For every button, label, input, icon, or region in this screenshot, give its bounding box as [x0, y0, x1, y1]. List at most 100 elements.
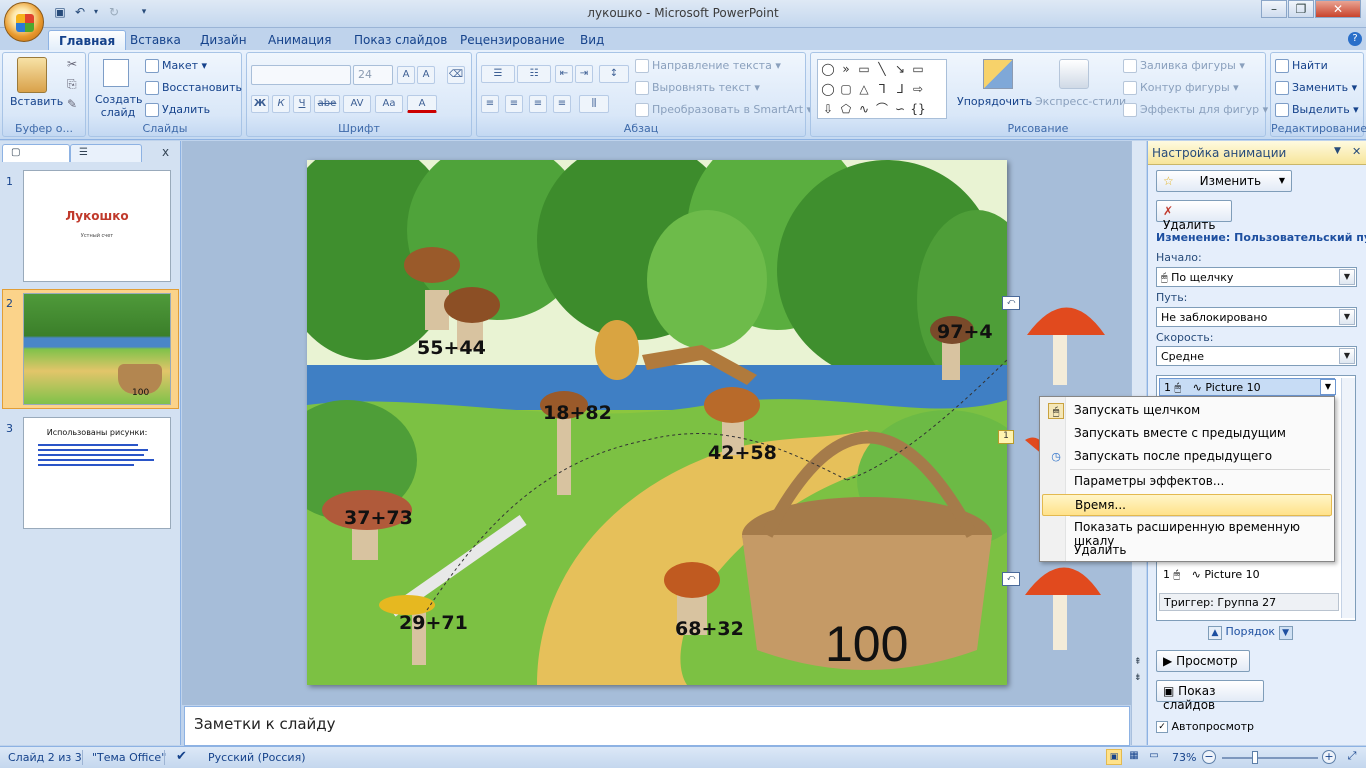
strike-button[interactable]: abe [314, 95, 340, 113]
smartart-button[interactable]: Преобразовать в SmartArt ▾ [635, 103, 812, 117]
menu-item-show-timeline[interactable]: Показать расширенную временную шкалу [1042, 517, 1332, 548]
copy-icon[interactable]: ⎘ [67, 77, 77, 92]
minimize-button[interactable]: – [1261, 0, 1287, 18]
rounded-rect-shape-icon[interactable]: ▢ [838, 82, 854, 96]
connector-shape-icon[interactable]: ᒣ [874, 82, 890, 96]
menu-item-remove[interactable]: Удалить [1042, 540, 1332, 562]
change-case-button[interactable]: Aa [375, 95, 403, 113]
numbering-button[interactable]: ☷ [517, 65, 551, 83]
quick-styles-button[interactable]: Экспресс-стили [1035, 95, 1126, 108]
cut-icon[interactable]: ✂ [67, 57, 77, 71]
menu-item-with-previous[interactable]: Запускать вместе с предыдущим [1042, 423, 1332, 445]
redo-icon[interactable]: ↻ [106, 4, 122, 20]
shape-effects-button[interactable]: Эффекты для фигур ▾ [1123, 103, 1268, 117]
find-button[interactable]: Найти [1275, 59, 1328, 73]
line-shape-icon[interactable]: ╲ [874, 62, 890, 76]
bold-button[interactable]: Ж [251, 95, 269, 113]
new-slide-button[interactable]: Создать слайд [95, 93, 143, 119]
animation-list-item[interactable]: 1 🖱 ∿ Picture 10 ▼ [1159, 378, 1336, 396]
italic-button[interactable]: К [272, 95, 290, 113]
delete-slide-button[interactable]: Удалить [145, 103, 210, 117]
select-button[interactable]: Выделить ▾ [1275, 103, 1359, 117]
zoom-level[interactable]: 73% [1172, 751, 1196, 764]
menu-item-on-click[interactable]: 🖱 Запускать щелчком [1042, 400, 1332, 422]
rect-shape-icon[interactable]: ▭ [856, 62, 872, 76]
maximize-button[interactable]: ❐ [1288, 0, 1314, 18]
chevron-shape-icon[interactable]: » [838, 62, 854, 76]
autopreview-row[interactable]: ✓ Автопросмотр [1156, 720, 1254, 733]
undo-icon[interactable]: ↶ [72, 4, 88, 20]
next-slide-icon[interactable]: ⇟ [1134, 673, 1142, 683]
justify-button[interactable]: ≡ [553, 95, 571, 113]
zoom-out-icon[interactable]: − [1202, 750, 1216, 764]
underline-button[interactable]: Ч [293, 95, 311, 113]
tab-design[interactable]: Дизайн [190, 30, 257, 50]
autopreview-checkbox[interactable]: ✓ [1156, 721, 1168, 733]
arrow-shape-icon[interactable]: ⇨ [910, 82, 926, 96]
outline-tab[interactable]: ☰ [70, 144, 142, 162]
start-select[interactable]: 🖱 По щелчку ▼ [1156, 267, 1357, 287]
tab-review[interactable]: Рецензирование [450, 30, 575, 50]
prev-slide-icon[interactable]: ⇞ [1134, 657, 1142, 667]
customize-qat-icon[interactable]: ▾ [136, 4, 152, 20]
menu-item-effect-options[interactable]: Параметры эффектов... [1042, 471, 1332, 493]
arrange-icon[interactable] [983, 59, 1013, 89]
language[interactable]: Русский (Россия) [208, 751, 306, 764]
spellcheck-icon[interactable]: ✔ [176, 749, 187, 764]
remove-effect-button[interactable]: ✗ Удалить [1156, 200, 1232, 232]
close-pane-icon[interactable]: ✕ [1352, 145, 1361, 158]
motion-path-marker-icon[interactable]: ⤺ [1002, 296, 1020, 310]
freeform-shape-icon[interactable]: ∽ [892, 102, 908, 116]
tab-home[interactable]: Главная [48, 30, 127, 50]
speed-select[interactable]: Средне ▼ [1156, 346, 1357, 366]
increase-indent-button[interactable]: ⇥ [575, 65, 593, 83]
curve-shape-icon[interactable]: ∿ [856, 102, 872, 116]
move-up-icon[interactable]: ▲ [1208, 626, 1222, 640]
shape-outline-button[interactable]: Контур фигуры ▾ [1123, 81, 1239, 95]
replace-button[interactable]: Заменить ▾ [1275, 81, 1357, 95]
textbox-shape-icon[interactable]: ▭ [910, 62, 926, 76]
bullets-button[interactable]: ☰ [481, 65, 515, 83]
format-painter-icon[interactable]: ✎ [67, 97, 77, 111]
slide-thumbnail-3[interactable]: Использованы рисунки: [23, 417, 171, 529]
undo-dropdown-icon[interactable]: ▾ [88, 4, 104, 20]
zoom-in-icon[interactable]: + [1322, 750, 1336, 764]
brace-shape-icon[interactable]: {} [910, 102, 926, 116]
slide-thumbnail-2[interactable]: 100 [23, 293, 171, 405]
shrink-font-button[interactable]: A [417, 66, 435, 84]
tab-view[interactable]: Вид [570, 30, 614, 50]
close-panel-icon[interactable]: x [162, 145, 169, 159]
down-arrow-shape-icon[interactable]: ⇩ [820, 102, 836, 116]
font-size-field[interactable]: 24 [353, 65, 393, 85]
quick-styles-icon[interactable] [1059, 59, 1089, 89]
slide-canvas[interactable]: 55+44 97+4 18+82 42+58 37+73 29+71 68+32… [307, 160, 1007, 685]
arrange-button[interactable]: Упорядочить [957, 95, 1032, 108]
align-center-button[interactable]: ≡ [505, 95, 523, 113]
theme-name[interactable]: "Тема Office" [92, 751, 166, 764]
new-slide-icon[interactable] [103, 59, 129, 87]
align-text-button[interactable]: Выровнять текст ▾ [635, 81, 760, 95]
sorter-view-icon[interactable]: ▦ [1126, 749, 1142, 765]
columns-button[interactable]: ⫼ [579, 95, 609, 113]
slides-tab[interactable]: ▢ [2, 144, 70, 162]
callout-shape-icon[interactable]: ◯ [820, 62, 836, 76]
zoom-slider[interactable] [1222, 757, 1318, 759]
close-button[interactable]: ✕ [1315, 0, 1361, 18]
paste-icon[interactable] [17, 57, 47, 93]
layout-button[interactable]: Макет ▾ [145, 59, 207, 73]
pentagon-shape-icon[interactable]: ⬠ [838, 102, 854, 116]
shape-fill-button[interactable]: Заливка фигуры ▾ [1123, 59, 1245, 73]
slideshow-view-icon[interactable]: ▭ [1146, 749, 1162, 765]
shapes-gallery[interactable]: ◯ » ▭ ╲ ↘ ▭ ◯ ▢ △ ᒣ ᒧ ⇨ ⇩ ⬠ ∿ ⌒ ∽ {} [817, 59, 947, 119]
align-right-button[interactable]: ≡ [529, 95, 547, 113]
tab-animation[interactable]: Анимация [258, 30, 341, 50]
fit-to-window-icon[interactable]: ⤢ [1344, 749, 1360, 765]
font-color-button[interactable]: A [407, 95, 437, 113]
text-direction-button[interactable]: Направление текста ▾ [635, 59, 781, 73]
font-family-field[interactable] [251, 65, 351, 85]
clear-format-button[interactable]: ⌫ [447, 66, 465, 84]
change-effect-button[interactable]: ☆ Изменить ▼ [1156, 170, 1292, 192]
elbow-shape-icon[interactable]: ᒧ [892, 82, 908, 96]
save-icon[interactable]: ▣ [52, 4, 68, 20]
normal-view-icon[interactable]: ▣ [1106, 749, 1122, 765]
